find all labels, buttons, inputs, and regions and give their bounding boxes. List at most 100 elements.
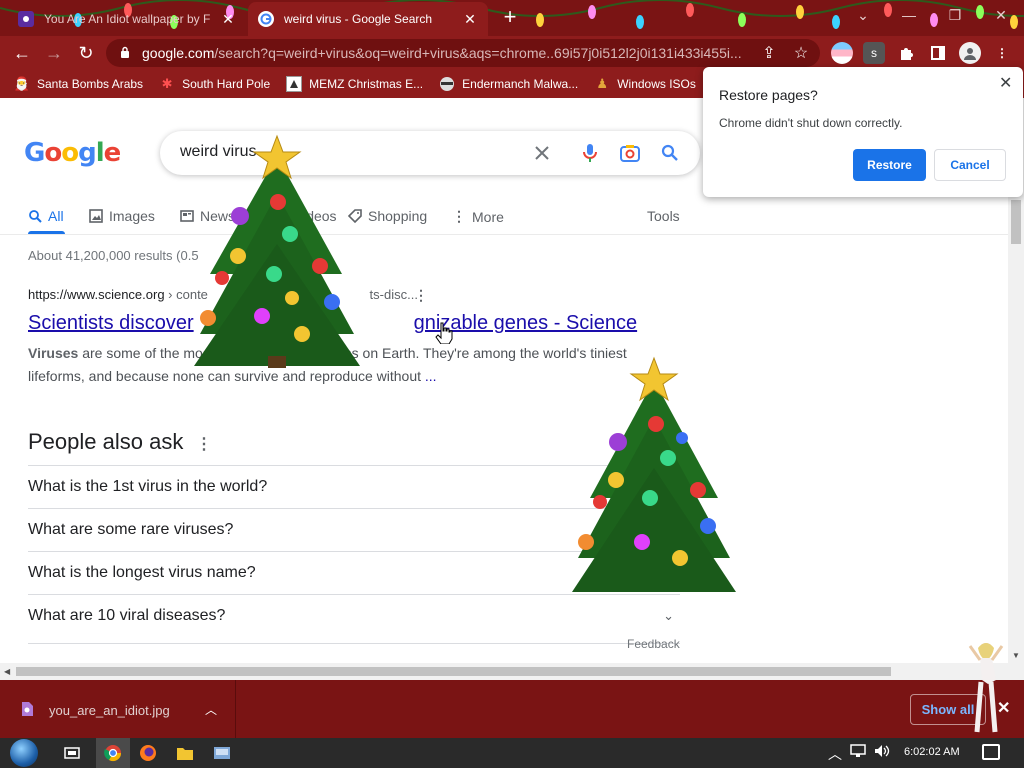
tools-button[interactable]: Tools xyxy=(647,208,680,224)
url-path: /search?q=weird+virus&oq=weird+virus&aqs… xyxy=(214,45,742,61)
tab-close-icon[interactable]: ✕ xyxy=(462,11,478,28)
vertical-scrollbar-thumb[interactable] xyxy=(1011,200,1021,244)
bookmark-label: Santa Bombs Arabs xyxy=(37,77,144,91)
snippet-bold: Viruses xyxy=(28,345,79,361)
snippet-ellipsis: ... xyxy=(421,368,437,384)
task-view-icon[interactable] xyxy=(60,741,84,765)
logo-letter: l xyxy=(95,138,105,168)
snippet-line-2: lifeforms, and because none can survive … xyxy=(28,368,422,384)
windows-user-icon: ♟ xyxy=(596,76,609,91)
cancel-button[interactable]: Cancel xyxy=(934,149,1006,181)
restore-button[interactable]: Restore xyxy=(853,149,926,181)
bookmark-windows-isos[interactable]: ♟ Windows ISOs xyxy=(594,76,696,92)
logo-letters: Google xyxy=(24,138,121,168)
bookmark-star-icon[interactable]: ☆ xyxy=(792,44,810,62)
lock-icon xyxy=(121,46,129,58)
flag-extension-icon[interactable] xyxy=(831,42,853,64)
tab-you-are-an-idiot[interactable]: You Are An Idiot wallpaper by F ✕ xyxy=(8,2,246,36)
clock[interactable]: 6:02:02 AM xyxy=(904,746,960,758)
paa-bottom-line xyxy=(28,643,680,644)
chrome-taskbar-icon[interactable] xyxy=(101,741,125,765)
tab-images[interactable]: Images xyxy=(89,208,155,224)
extensions-puzzle-icon[interactable] xyxy=(895,42,917,64)
firefox-taskbar-icon[interactable] xyxy=(136,741,160,765)
profile-avatar-icon[interactable] xyxy=(959,42,981,64)
file-explorer-taskbar-icon[interactable] xyxy=(173,741,197,765)
file-icon xyxy=(22,702,33,716)
dialog-message: Chrome didn't shut down correctly. xyxy=(719,116,903,130)
logo-letter: G xyxy=(24,138,45,168)
tab-search-chevron-icon[interactable]: ⌄ xyxy=(840,0,886,30)
christmas-tree-overlay xyxy=(572,356,736,592)
network-icon[interactable] xyxy=(850,744,866,761)
tab-all[interactable]: All xyxy=(28,208,64,224)
back-button[interactable]: ← xyxy=(10,41,34,65)
image-icon xyxy=(89,209,103,223)
paa-question-text: What is the 1st virus in the world? xyxy=(28,478,268,495)
google-logo[interactable]: Google xyxy=(24,138,121,168)
scroll-left-arrow-icon[interactable]: ◀ xyxy=(4,667,10,676)
tab-label: More xyxy=(472,208,504,225)
paa-options-icon[interactable]: ⋮ xyxy=(196,434,212,454)
downloads-bar: you_are_an_idiot.jpg ︿ Show all ✕ xyxy=(0,680,1024,738)
dialog-title: Restore pages? xyxy=(719,87,818,103)
logo-letter: o xyxy=(61,138,79,168)
share-icon[interactable]: ⇪ xyxy=(760,44,778,62)
logo-letter: g xyxy=(78,138,97,168)
bookmark-santa-bombs[interactable]: 🎅 Santa Bombs Arabs xyxy=(14,76,143,92)
voice-search-icon[interactable] xyxy=(578,141,602,165)
action-center-icon[interactable] xyxy=(982,744,1000,760)
bookmark-memz[interactable]: MEMZ Christmas E... xyxy=(286,76,423,92)
tab-strip: You Are An Idiot wallpaper by F ✕ weird … xyxy=(0,0,1024,36)
lens-search-icon[interactable] xyxy=(618,141,642,165)
feedback-link[interactable]: Feedback xyxy=(627,637,680,651)
tab-weird-virus[interactable]: weird virus - Google Search ✕ xyxy=(248,2,488,36)
horizontal-scrollbar-thumb[interactable] xyxy=(16,667,891,676)
snowflake-icon: ✱ xyxy=(161,76,173,91)
address-bar[interactable]: google.com /search?q=weird+virus&oq=weir… xyxy=(106,39,820,67)
side-panel-icon[interactable] xyxy=(927,42,949,64)
bookmark-label: Windows ISOs xyxy=(617,77,696,91)
menu-kebab-icon[interactable]: ⋮ xyxy=(991,42,1013,64)
url-host: google.com xyxy=(142,45,215,61)
tab-close-icon[interactable]: ✕ xyxy=(220,11,236,28)
tab-label: Shopping xyxy=(368,208,428,224)
chevron-down-icon: ⌄ xyxy=(663,608,674,623)
deviantart-favicon-icon xyxy=(18,11,34,27)
paa-question-text: What are some rare viruses? xyxy=(28,521,234,538)
start-button[interactable] xyxy=(10,739,38,767)
volume-icon[interactable] xyxy=(874,744,890,761)
bookmark-label: MEMZ Christmas E... xyxy=(309,77,424,91)
chevron-up-icon[interactable]: ︿ xyxy=(205,701,217,718)
new-tab-button[interactable]: + xyxy=(498,6,522,30)
people-also-ask-heading: People also ask xyxy=(28,429,184,454)
search-submit-icon[interactable] xyxy=(658,141,682,165)
tools-label: Tools xyxy=(647,208,680,224)
bookmark-endermanch[interactable]: Endermanch Malwa... xyxy=(439,76,578,92)
scroll-down-arrow-icon[interactable]: ▼ xyxy=(1012,651,1020,660)
cite-tail: ts-disc... xyxy=(369,287,418,302)
cite-domain: https://www.science.org xyxy=(28,287,165,302)
minimize-button[interactable]: — xyxy=(886,0,932,30)
s-extension-icon[interactable]: s xyxy=(863,42,885,64)
memz-icon xyxy=(286,76,303,92)
tab-more[interactable]: ⋮ More xyxy=(452,208,504,225)
paa-question-text: What is the longest virus name? xyxy=(28,564,256,581)
browser-toolbar: ← → ↻ google.com /search?q=weird+virus&o… xyxy=(0,36,1024,70)
close-icon[interactable]: ✕ xyxy=(999,73,1012,93)
control-panel-taskbar-icon[interactable] xyxy=(210,741,234,765)
close-window-button[interactable]: ✕ xyxy=(978,0,1024,30)
paa-question[interactable]: What are 10 viral diseases? ⌄ xyxy=(28,594,680,637)
bookmark-south-hard-pole[interactable]: ✱ South Hard Pole xyxy=(159,76,271,92)
result-options-icon[interactable]: ⋮ xyxy=(414,287,428,304)
christmas-tree-overlay xyxy=(194,134,360,368)
reload-button[interactable]: ↻ xyxy=(74,41,98,65)
show-hidden-icons-chevron-icon[interactable]: ︿ xyxy=(828,744,842,764)
tabs-divider xyxy=(0,234,1008,235)
bookmark-label: Endermanch Malwa... xyxy=(462,77,579,91)
result-stats: About 41,200,000 results (0.5 xyxy=(28,248,199,263)
restore-window-button[interactable]: ❐ xyxy=(932,0,978,30)
forward-button[interactable]: → xyxy=(42,41,66,65)
clear-search-icon[interactable] xyxy=(530,141,554,165)
download-item[interactable]: you_are_an_idiot.jpg ︿ xyxy=(0,680,236,738)
